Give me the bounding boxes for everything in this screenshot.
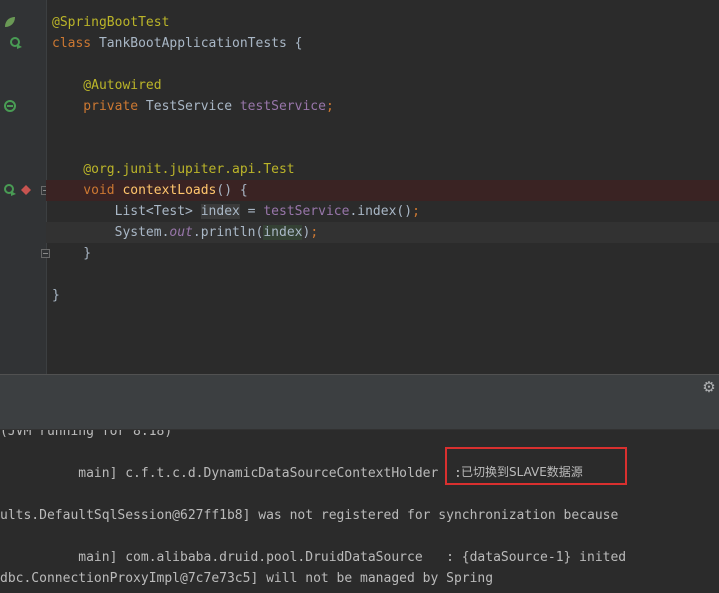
code-token: ; [325, 99, 334, 114]
code-token: } [52, 246, 92, 261]
code-line[interactable]: } [46, 243, 719, 264]
run-test-method-icon[interactable] [3, 183, 17, 197]
code-line-text: void contextLoads() { [52, 180, 248, 201]
code-token: index [263, 225, 303, 240]
code-line[interactable]: void contextLoads() { [46, 180, 719, 201]
console-line: (JVM running for 8.18) [0, 430, 173, 439]
code-line-text: List<Test> index = testService.index(); [52, 201, 420, 222]
code-token: private [52, 99, 146, 114]
code-line[interactable]: private TestService testService; [46, 96, 719, 117]
code-line-text: System.out.println(index); [52, 222, 318, 243]
code-line[interactable]: System.out.println(index); [46, 222, 719, 243]
code-token: out [169, 225, 193, 240]
code-token: TankBootApplicationTests { [98, 36, 303, 51]
code-token: class [52, 36, 99, 51]
code-editor[interactable]: @SpringBootTest class TankBootApplication… [0, 0, 719, 374]
code-token: ; [412, 204, 420, 219]
code-line[interactable]: } [46, 285, 719, 306]
console-line: ults.DefaultSqlSession@627ff1b8] was not… [0, 508, 619, 523]
code-line[interactable] [46, 117, 719, 138]
code-line[interactable] [46, 138, 719, 159]
code-token: ; [310, 225, 319, 240]
code-area[interactable]: @SpringBootTest class TankBootApplication… [46, 0, 719, 374]
code-token: () { [216, 183, 248, 198]
code-token: contextLoads [122, 183, 217, 198]
code-token: @org.junit.jupiter.api. [52, 162, 264, 177]
code-token: index [200, 204, 240, 219]
code-line[interactable] [46, 264, 719, 285]
code-token: void [52, 183, 123, 198]
code-line-text: private TestService testService; [52, 96, 334, 117]
code-line[interactable]: @org.junit.jupiter.api.Test [46, 159, 719, 180]
code-token: TestService [145, 99, 240, 114]
code-line-text: } [52, 243, 91, 264]
gear-icon[interactable]: ⚙ [702, 380, 716, 395]
code-line[interactable]: @SpringBootTest [46, 12, 719, 33]
code-line[interactable]: List<Test> index = testService.index(); [46, 201, 719, 222]
code-token: testService [239, 99, 326, 114]
code-token: System. [52, 225, 170, 240]
code-line[interactable] [46, 54, 719, 75]
autowired-bean-icon[interactable] [3, 99, 17, 113]
code-token: .index() [349, 204, 413, 219]
annotation-highlight-box [445, 447, 627, 485]
code-token: @Autowired [52, 78, 162, 93]
console-line: dbc.ConnectionProxyImpl@7c7e73c5] will n… [0, 571, 494, 586]
code-line-text: } [52, 285, 60, 306]
run-panel-header [0, 401, 719, 430]
code-line-text: class TankBootApplicationTests { [52, 33, 302, 54]
code-token: Test [263, 162, 295, 177]
code-line[interactable]: class TankBootApplicationTests { [46, 33, 719, 54]
code-line[interactable]: @Autowired [46, 75, 719, 96]
code-line-text: @org.junit.jupiter.api.Test [52, 159, 295, 180]
code-token: testService [263, 204, 350, 219]
run-test-icon[interactable] [9, 36, 23, 50]
spring-leaf-icon[interactable] [3, 15, 17, 29]
code-token: } [52, 288, 60, 303]
code-token: @SpringBootTest [52, 15, 170, 30]
code-token: .println( [192, 225, 264, 240]
code-token: List<Test> [52, 204, 201, 219]
panel-toolbar: ⚙ [0, 374, 719, 402]
editor-gutter[interactable] [0, 0, 50, 374]
breakpoint-icon[interactable] [19, 183, 33, 197]
code-line-text: @SpringBootTest [52, 12, 169, 33]
code-token: = [239, 204, 264, 219]
console-line: main] com.alibaba.druid.pool.DruidDataSo… [0, 550, 627, 565]
code-line-text: @Autowired [52, 75, 162, 96]
